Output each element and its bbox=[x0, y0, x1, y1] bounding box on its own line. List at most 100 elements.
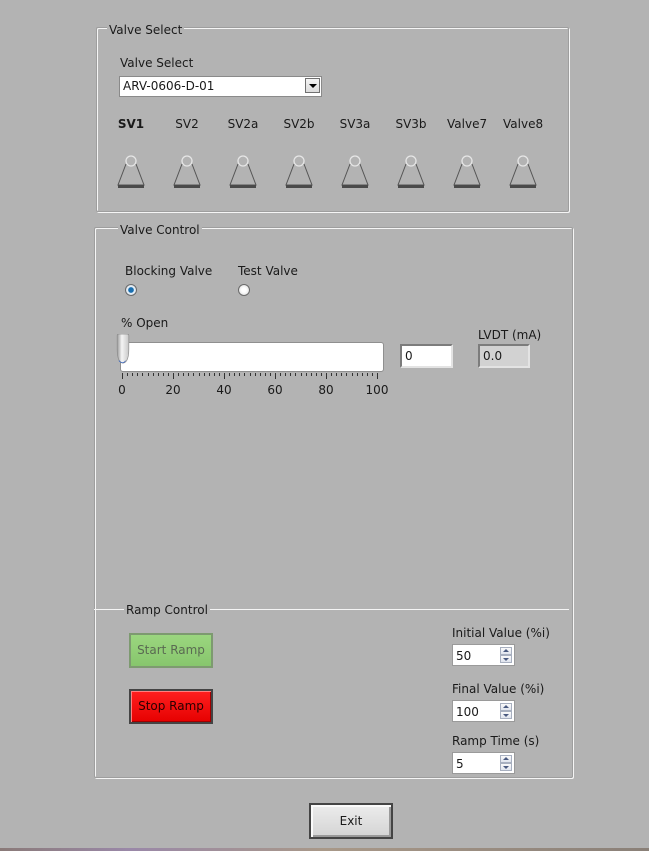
slider-tick bbox=[198, 373, 200, 376]
radio-label-test-valve: Test Valve bbox=[238, 264, 298, 278]
final-value: 100 bbox=[456, 705, 479, 719]
stop-ramp-button[interactable]: Stop Ramp bbox=[129, 689, 213, 724]
increment-arrow-icon[interactable] bbox=[500, 755, 512, 763]
slider-tick-label: 80 bbox=[318, 383, 334, 397]
slider-tick bbox=[300, 373, 302, 376]
valve-select-label: Valve Select bbox=[120, 56, 194, 70]
percent-open-label: % Open bbox=[121, 316, 169, 330]
slider-thumb[interactable] bbox=[115, 334, 131, 364]
ramp-control-title: Ramp Control bbox=[124, 603, 210, 617]
slider-tick bbox=[157, 373, 159, 376]
slider-tick bbox=[234, 373, 236, 376]
slider-tick bbox=[341, 373, 343, 376]
slider-tick bbox=[275, 373, 276, 379]
slider-tick bbox=[361, 373, 363, 376]
slider-tick bbox=[193, 373, 195, 376]
slider-tick bbox=[162, 373, 164, 376]
slider-tick bbox=[142, 373, 144, 376]
slider-tick bbox=[254, 373, 256, 376]
radio-test-valve[interactable] bbox=[238, 284, 250, 296]
slider-tick-label: 0 bbox=[118, 383, 126, 397]
slider-tick bbox=[377, 373, 378, 379]
slider-tick bbox=[122, 373, 123, 379]
valve-label: SV3a bbox=[339, 117, 371, 131]
slider-tick bbox=[351, 373, 353, 376]
ramp-time-value: 5 bbox=[456, 757, 464, 771]
percent-open-input[interactable]: 0 bbox=[400, 344, 453, 368]
final-value-label: Final Value (%i) bbox=[452, 682, 545, 696]
slider-tick bbox=[264, 373, 266, 376]
slider-tick bbox=[320, 373, 322, 376]
valve-label: SV2b bbox=[283, 117, 315, 131]
valve-toggle-icon[interactable] bbox=[114, 154, 148, 194]
slider-tick bbox=[188, 373, 190, 376]
slider-tick-label: 40 bbox=[216, 383, 232, 397]
valve-control-frame-title: Valve Control bbox=[118, 223, 202, 237]
slider-tick bbox=[326, 373, 327, 379]
exit-button[interactable]: Exit bbox=[309, 803, 393, 839]
slider-tick bbox=[239, 373, 241, 376]
percent-open-value: 0 bbox=[405, 349, 413, 363]
slider-tick bbox=[173, 373, 174, 379]
valve-select-value: ARV-0606-D-01 bbox=[123, 79, 215, 93]
valve-toggle-icon[interactable] bbox=[506, 154, 540, 194]
decrement-arrow-icon[interactable] bbox=[500, 655, 512, 663]
valve-toggle-icon[interactable] bbox=[282, 154, 316, 194]
initial-value-label: Initial Value (%i) bbox=[452, 626, 550, 640]
valve-toggle-icon[interactable] bbox=[226, 154, 260, 194]
slider-tick bbox=[229, 373, 231, 376]
slider-tick bbox=[249, 373, 251, 376]
valve-label: Valve8 bbox=[503, 117, 544, 131]
slider-tick bbox=[208, 373, 210, 376]
ramp-time-label: Ramp Time (s) bbox=[452, 734, 540, 748]
ramp-time-input[interactable]: 5 bbox=[452, 752, 515, 774]
slider-tick bbox=[127, 373, 129, 376]
start-ramp-button[interactable]: Start Ramp bbox=[129, 633, 213, 668]
slider-tick bbox=[310, 373, 312, 376]
decrement-arrow-icon[interactable] bbox=[500, 711, 512, 719]
slider-tick-label: 60 bbox=[267, 383, 283, 397]
valve-toggle-icon[interactable] bbox=[450, 154, 484, 194]
lvdt-indicator: 0.0 bbox=[478, 344, 530, 368]
lvdt-value: 0.0 bbox=[483, 349, 503, 363]
slider-tick bbox=[285, 373, 287, 376]
slider-tick bbox=[178, 373, 180, 376]
valve-toggle-icon[interactable] bbox=[170, 154, 204, 194]
initial-value-input[interactable]: 50 bbox=[452, 644, 515, 666]
slider-tick bbox=[371, 373, 373, 376]
slider-tick bbox=[280, 373, 282, 376]
valve-label: SV3b bbox=[395, 117, 427, 131]
slider-tick bbox=[336, 373, 338, 376]
slider-tick bbox=[147, 373, 149, 376]
valve-toggle-icon[interactable] bbox=[394, 154, 428, 194]
slider-tick bbox=[269, 373, 271, 376]
slider-tick bbox=[224, 373, 225, 379]
slider-tick-label: 20 bbox=[165, 383, 181, 397]
decrement-arrow-icon[interactable] bbox=[500, 763, 512, 771]
slider-tick bbox=[295, 373, 297, 376]
slider-tick bbox=[152, 373, 154, 376]
slider-tick bbox=[366, 373, 368, 376]
valve-label: SV2 bbox=[175, 117, 199, 131]
chevron-down-icon[interactable] bbox=[305, 78, 320, 93]
increment-arrow-icon[interactable] bbox=[500, 703, 512, 711]
lvdt-label: LVDT (mA) bbox=[478, 328, 542, 342]
percent-open-slider-track[interactable] bbox=[120, 342, 384, 372]
valve-select-frame-title: Valve Select bbox=[107, 23, 185, 37]
slider-tick bbox=[183, 373, 185, 376]
slider-tick bbox=[315, 373, 317, 376]
slider-tick bbox=[137, 373, 139, 376]
valve-label: Valve7 bbox=[447, 117, 488, 131]
slider-tick bbox=[331, 373, 333, 376]
slider-tick bbox=[346, 373, 348, 376]
valve-toggle-icon[interactable] bbox=[338, 154, 372, 194]
slider-tick bbox=[356, 373, 358, 376]
final-value-input[interactable]: 100 bbox=[452, 700, 515, 722]
slider-tick bbox=[213, 373, 215, 376]
slider-tick bbox=[244, 373, 246, 376]
radio-blocking-valve[interactable] bbox=[125, 284, 137, 296]
slider-tick bbox=[259, 373, 261, 376]
slider-tick bbox=[167, 373, 169, 376]
increment-arrow-icon[interactable] bbox=[500, 647, 512, 655]
valve-select-dropdown[interactable]: ARV-0606-D-01 bbox=[119, 76, 322, 97]
